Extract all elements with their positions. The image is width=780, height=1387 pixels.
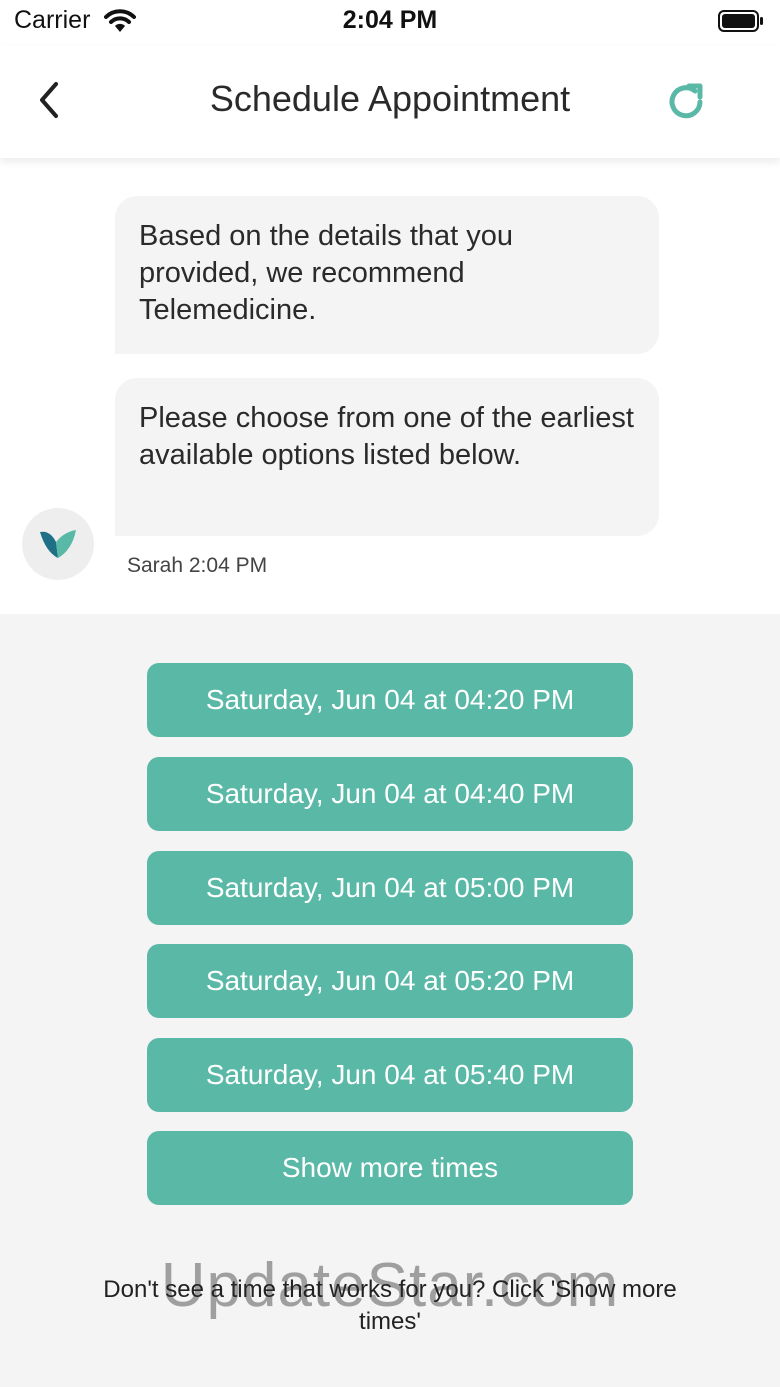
chat-thread: Based on the details that you provided, … [0, 158, 780, 614]
header: Schedule Appointment [0, 46, 780, 158]
page-title: Schedule Appointment [209, 78, 571, 119]
time-slot-button[interactable]: Saturday, Jun 04 at 05:00 PM [147, 851, 633, 925]
time-slot-button[interactable]: Saturday, Jun 04 at 05:20 PM [147, 944, 633, 1018]
avatar [22, 508, 94, 580]
brand-logo-icon [40, 530, 76, 558]
battery-icon [718, 9, 764, 33]
time-slot-button[interactable]: Saturday, Jun 04 at 04:20 PM [147, 663, 633, 737]
watermark: UpdateStar.com [160, 1251, 620, 1320]
show-more-times-button[interactable]: Show more times [147, 1131, 633, 1205]
status-bar: Carrier 2:04 PM [0, 0, 780, 46]
status-time: 2:04 PM [342, 6, 438, 34]
chat-message: Based on the details that you provided, … [115, 196, 659, 354]
sender-label: Sarah 2:04 PM [127, 554, 268, 577]
time-slot-button[interactable]: Saturday, Jun 04 at 04:40 PM [147, 757, 633, 831]
chat-message: Please choose from one of the earliest a… [115, 378, 659, 536]
time-slot-button[interactable]: Saturday, Jun 04 at 05:40 PM [147, 1038, 633, 1112]
refresh-icon[interactable] [664, 80, 710, 124]
